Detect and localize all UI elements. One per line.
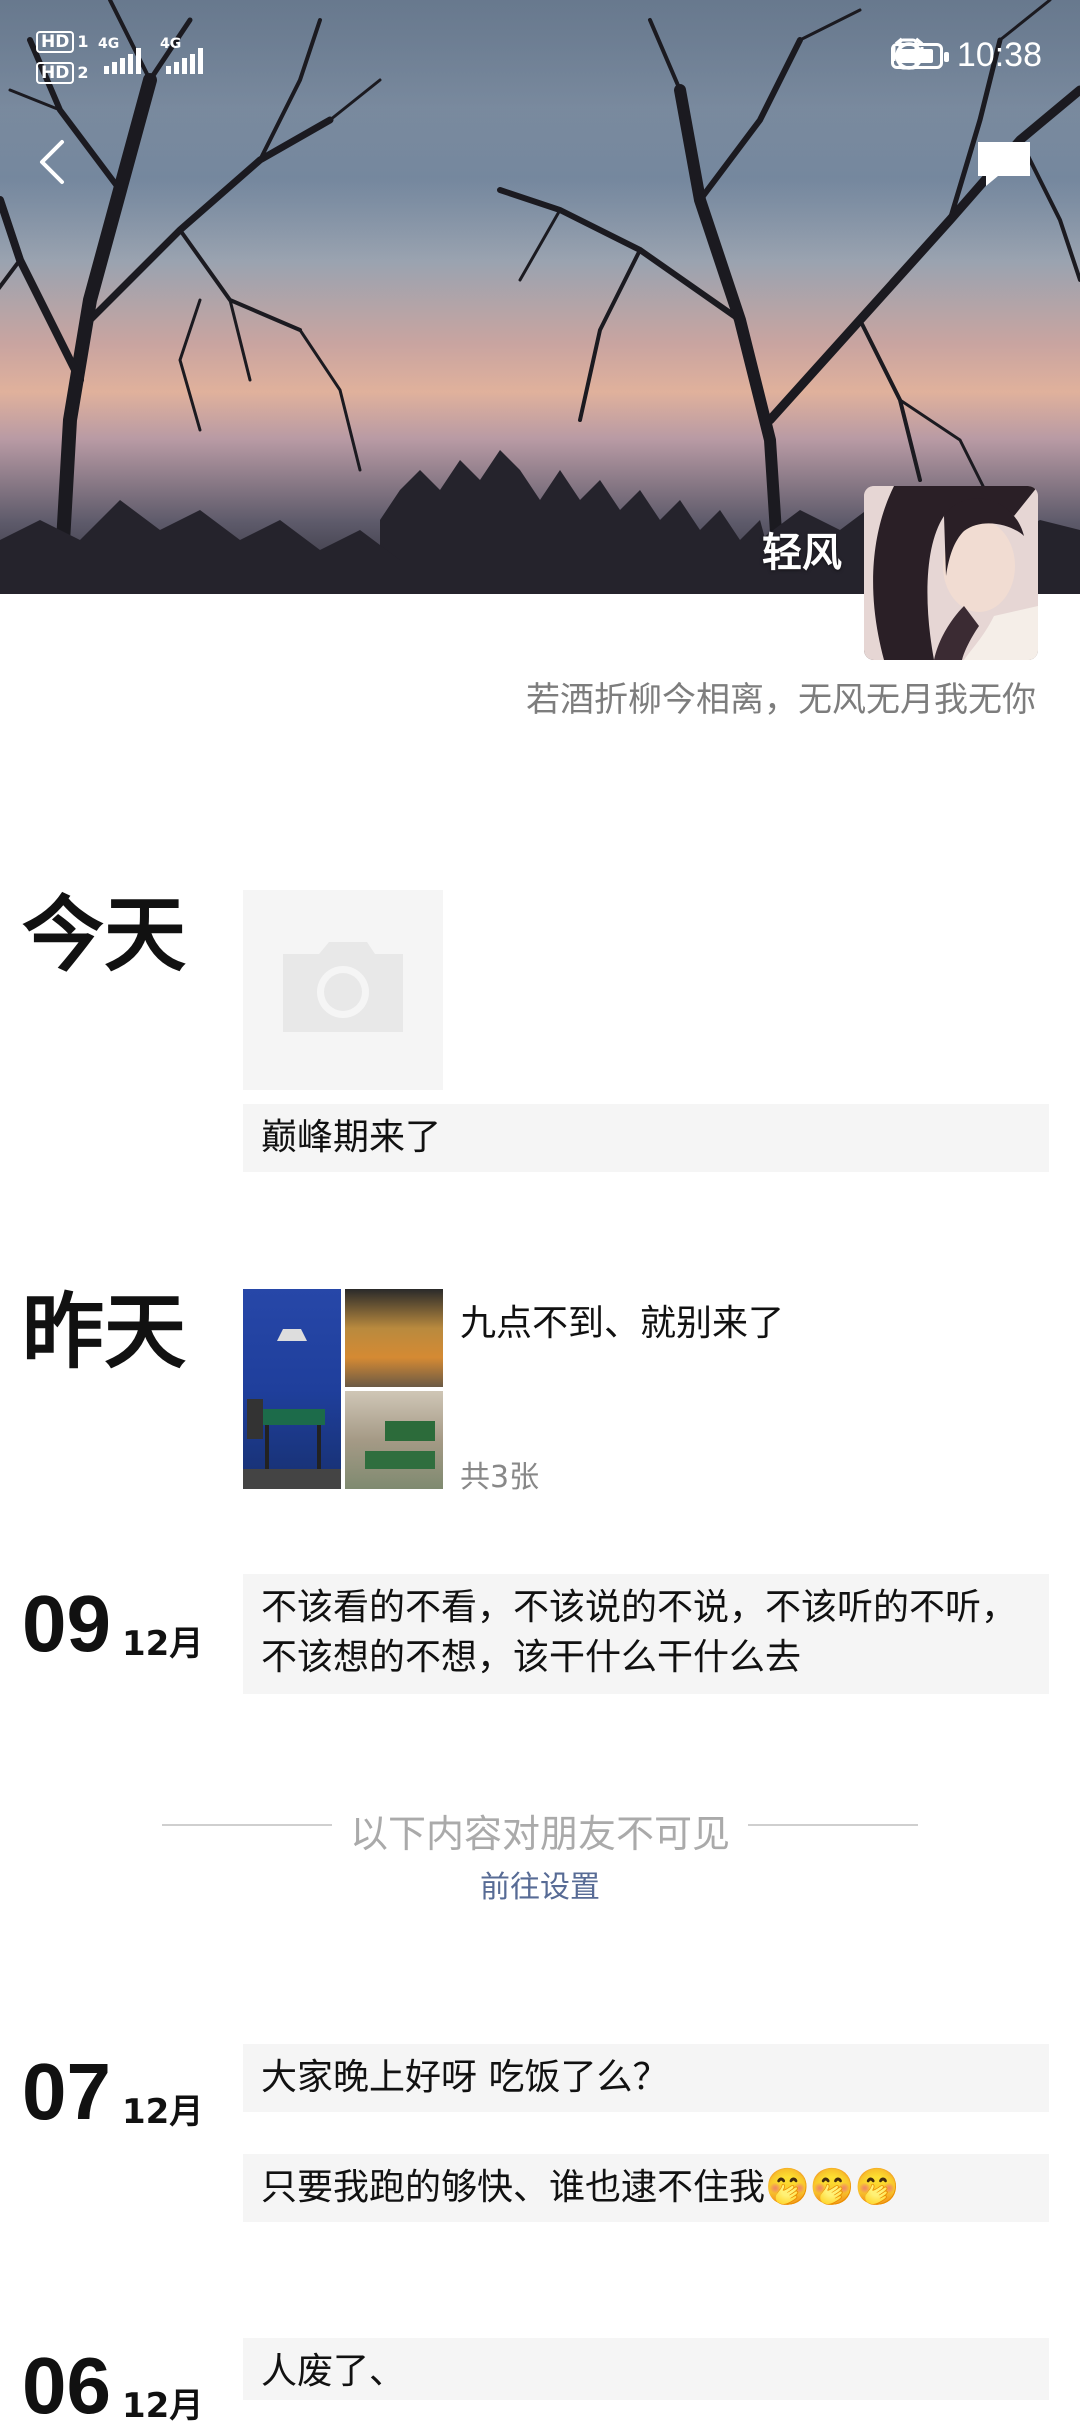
date-label-yesterday: 昨天 xyxy=(22,1285,187,1380)
photo-billiards-room xyxy=(365,1421,435,1469)
clock: 10:38 xyxy=(956,36,1042,74)
sim-indicators: HD 1 HD 2 xyxy=(36,28,88,86)
photo-count: 共3张 xyxy=(460,1460,540,1495)
post-text-0712-2[interactable]: 只要我跑的够快、谁也逮不住我🤭🤭🤭 xyxy=(243,2154,1049,2222)
add-photo-button[interactable] xyxy=(243,890,443,1090)
date-day-09: 09 xyxy=(22,1579,111,1668)
hidden-content-notice: 以下内容对朋友不可见 xyxy=(349,1812,730,1856)
profile-signature: 若酒折柳今相离，无风无月我无你 xyxy=(526,680,1036,720)
battery-fill xyxy=(896,48,933,63)
post-text-0712-1[interactable]: 大家晚上好呀 吃饭了么？ xyxy=(243,2044,1049,2112)
battery-icon xyxy=(890,42,949,69)
messages-button[interactable] xyxy=(974,138,1034,190)
photo-thumbnail-3[interactable] xyxy=(345,1391,443,1489)
post-text-0912-line1: 不该看的不看，不该说的不说，不该听的不听， xyxy=(261,1587,1018,1628)
profile-name: 轻风 xyxy=(762,530,842,576)
sim-1-number: 1 xyxy=(77,32,89,51)
photo-thumbnail-2[interactable] xyxy=(345,1289,443,1387)
photo-mahjong-room xyxy=(243,1329,341,1489)
date-day-07: 07 xyxy=(22,2047,111,2136)
post-text-0612[interactable]: 人废了、 xyxy=(243,2338,1049,2400)
go-to-settings-link[interactable]: 前往设置 xyxy=(0,1862,1080,1906)
status-bar: HD 1 HD 2 4G 4G 10:38 xyxy=(0,0,1080,110)
date-month-09: 12月 xyxy=(122,1624,204,1664)
date-month-06: 12月 xyxy=(122,2386,204,2426)
hd-badge-1: HD xyxy=(36,31,75,53)
avatar[interactable] xyxy=(864,486,1038,660)
post-text-0912-line2: 不该想的不想，该干什么干什么去 xyxy=(261,1637,802,1678)
hd-badge-2: HD xyxy=(36,62,75,84)
post-text-today[interactable]: 巅峰期来了 xyxy=(243,1104,1049,1172)
status-right: 10:38 xyxy=(890,36,1042,75)
post-text-yesterday[interactable]: 九点不到、就别来了 xyxy=(460,1294,784,1346)
date-day-06: 06 xyxy=(22,2341,111,2430)
message-bubble-icon xyxy=(978,142,1030,186)
chevron-left-icon xyxy=(40,140,64,184)
post-text-0912[interactable]: 不该看的不看，不该说的不说，不该听的不听， 不该想的不想，该干什么干什么去 xyxy=(243,1574,1049,1694)
photo-thumbnails[interactable] xyxy=(243,1289,443,1489)
photo-thumbnail-1[interactable] xyxy=(243,1289,341,1489)
date-month-07: 12月 xyxy=(122,2092,204,2132)
date-label-today: 今天 xyxy=(22,888,187,983)
sim-2-number: 2 xyxy=(77,63,89,82)
avatar-illustration xyxy=(864,486,1038,660)
back-button[interactable] xyxy=(28,132,76,192)
camera-icon xyxy=(283,942,403,1032)
